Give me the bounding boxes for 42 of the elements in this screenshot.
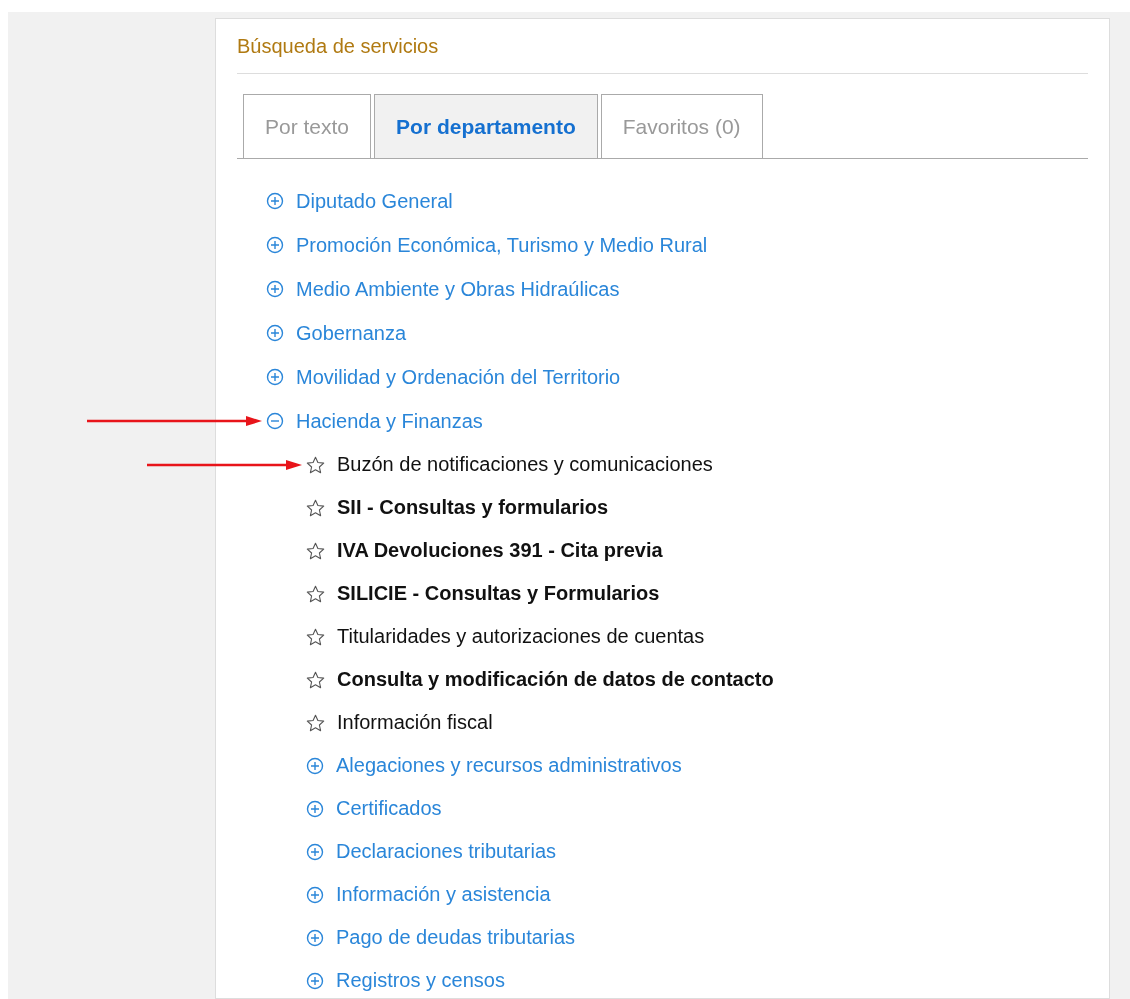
star-icon[interactable] [306,455,325,474]
star-icon[interactable] [306,584,325,603]
department-link[interactable]: Medio Ambiente y Obras Hidraúlicas [296,277,620,301]
service-link[interactable]: Buzón de notificaciones y comunicaciones [337,453,713,476]
department-link[interactable]: Promoción Económica, Turismo y Medio Rural [296,233,708,257]
department-link[interactable]: Hacienda y Finanzas [296,409,483,433]
plus-circle-icon[interactable] [306,928,324,947]
department-link[interactable]: Gobernanza [296,321,407,345]
tab[interactable]: Por texto [243,94,372,158]
service-link[interactable]: SII - Consultas y formularios [337,496,609,519]
category-link[interactable]: Pago de deudas tributarias [336,926,576,949]
plus-circle-icon[interactable] [306,885,324,904]
category-link[interactable]: Declaraciones tributarias [336,840,557,863]
star-icon[interactable] [306,627,325,646]
service-link[interactable]: SILICIE - Consultas y Formularios [337,582,660,605]
plus-circle-icon[interactable] [266,280,284,298]
star-icon[interactable] [306,498,325,517]
star-icon[interactable] [306,541,325,560]
plus-circle-icon[interactable] [306,842,324,861]
tab[interactable]: Por departamento [374,94,598,158]
service-link[interactable]: Titularidades y autorizaciones de cuentas [337,625,705,648]
plus-circle-icon[interactable] [306,799,324,818]
plus-circle-icon[interactable] [306,971,324,990]
plus-circle-icon[interactable] [266,368,284,386]
star-icon[interactable] [306,670,325,689]
plus-circle-icon[interactable] [306,756,324,775]
minus-circle-icon[interactable] [266,412,284,430]
plus-circle-icon[interactable] [266,324,284,342]
plus-circle-icon[interactable] [266,192,284,210]
category-link[interactable]: Certificados [336,797,442,820]
category-link[interactable]: Información y asistencia [336,883,551,906]
category-link[interactable]: Alegaciones y recursos administrativos [336,754,682,777]
panel-title: Búsqueda de servicios [237,33,1088,74]
category-link[interactable]: Registros y censos [336,969,505,992]
department-link[interactable]: Movilidad y Ordenación del Territorio [296,365,621,389]
service-link[interactable]: Información fiscal [337,711,493,734]
plus-circle-icon[interactable] [266,236,284,254]
department-link[interactable]: Diputado General [296,189,453,213]
service-link[interactable]: Consulta y modificación de datos de contacto [337,668,774,691]
tab[interactable]: Favoritos (0) [600,94,763,158]
service-link[interactable]: IVA Devoluciones 391 - Cita previa [337,539,663,562]
star-icon[interactable] [306,713,325,732]
